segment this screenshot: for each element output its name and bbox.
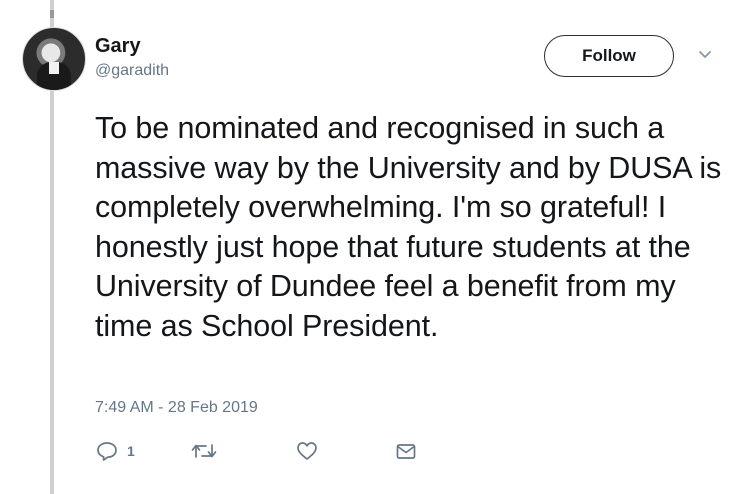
chevron-down-icon[interactable] — [696, 48, 714, 62]
retweet-icon — [190, 440, 218, 462]
direct-message-button[interactable] — [394, 440, 418, 462]
avatar-collar — [49, 62, 59, 74]
author-name[interactable]: Gary — [95, 35, 141, 58]
envelope-icon — [394, 440, 418, 462]
thread-line-cap — [50, 10, 54, 18]
reply-icon — [95, 440, 119, 462]
heart-icon — [295, 440, 319, 462]
like-button[interactable] — [295, 440, 319, 462]
reply-button[interactable]: 1 — [95, 440, 135, 462]
tweet-timestamp[interactable]: 7:49 AM - 28 Feb 2019 — [95, 399, 258, 417]
reply-count: 1 — [127, 443, 135, 459]
follow-button[interactable]: Follow — [544, 35, 674, 77]
retweet-button[interactable] — [190, 440, 218, 462]
tweet-text: To be nominated and recognised in such a… — [95, 111, 722, 343]
avatar[interactable] — [22, 27, 86, 91]
author-handle[interactable]: @garadith — [95, 62, 169, 80]
